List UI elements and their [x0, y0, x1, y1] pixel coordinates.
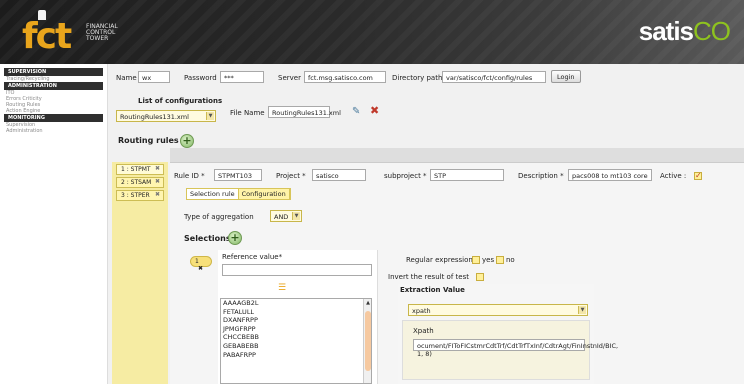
rule-tab-label: 2 : STSAM — [121, 179, 152, 186]
filename-label: File Name — [230, 109, 265, 117]
reference-panel: Reference value* ☰ AAAAGB2L FETALULL DXA… — [218, 250, 378, 384]
name-label: Name — [116, 74, 137, 82]
server-label: Server — [278, 74, 301, 82]
close-icon[interactable]: ✖ — [155, 191, 160, 198]
regex-no-checkbox[interactable] — [496, 256, 504, 264]
filename-input[interactable]: RoutingRules131.xml — [268, 106, 341, 118]
brand-text: satis — [638, 16, 694, 46]
chevron-down-icon: ▼ — [578, 306, 586, 314]
invert-label: Invert the result of test — [388, 273, 469, 281]
xpath-box: Xpath ocument/FIToFICstmrCdtTrf/CdtTrfTx… — [402, 320, 618, 380]
regex-label: Regular expression — [406, 256, 473, 264]
extraction-type-value: xpath — [412, 307, 431, 315]
rule-id-label: Rule ID * — [174, 172, 205, 180]
name-input[interactable]: wx — [138, 71, 170, 83]
extraction-label: Extraction Value — [400, 286, 465, 294]
rule-id-input[interactable]: STPMT103 — [214, 169, 262, 181]
list-item[interactable]: JPMGFRPP — [221, 325, 371, 334]
extraction-panel: Extraction Value xpath ▼ Xpath ocument/F… — [398, 284, 618, 384]
close-icon[interactable]: ✖ — [198, 265, 203, 272]
rule-tab-label: 3 : STPER — [121, 192, 150, 199]
logo-text: fct — [22, 16, 72, 57]
fct-logo: fct FINANCIAL CONTROL TOWER — [16, 10, 136, 57]
description-input[interactable]: pacs008 to mt103 core — [568, 169, 652, 181]
rule-tab[interactable]: 2 : STSAM ✖ — [116, 177, 164, 188]
list-item[interactable]: GEBABEBB — [221, 342, 371, 351]
list-item[interactable]: DXANFRPP — [221, 316, 371, 325]
sidebar-heading: MONITORING — [4, 114, 103, 122]
sidebar-group-supervision: SUPERVISION Tracing/Recycling — [0, 68, 107, 82]
add-selection-icon[interactable]: + — [228, 231, 242, 245]
server-input[interactable]: fct.msg.satisco.com — [304, 71, 386, 83]
aggregation-select[interactable]: AND ▼ — [270, 210, 302, 222]
description-label: Description * — [518, 172, 564, 180]
add-rule-icon[interactable]: + — [180, 134, 194, 148]
list-item[interactable]: AAAAGB2L — [221, 299, 371, 308]
regex-yes-checkbox[interactable] — [472, 256, 480, 264]
password-input[interactable]: *** — [220, 71, 264, 83]
config-select[interactable]: RoutingRules131.xml ▼ — [116, 110, 216, 122]
reference-label: Reference value* — [222, 253, 283, 261]
sidebar-group-administration: ADMINISTRATION ITO Errors Criticity Rout… — [0, 82, 107, 114]
aggregation-label: Type of aggregation — [184, 213, 254, 221]
sidebar: SUPERVISION Tracing/Recycling ADMINISTRA… — [0, 64, 108, 384]
save-disk-icon[interactable]: ✎ — [352, 106, 360, 117]
close-icon[interactable]: ✖ — [155, 178, 160, 185]
project-input[interactable]: satisco — [312, 169, 366, 181]
rules-tab-list: 1 : STPMT ✖ 2 : STSAM ✖ 3 : STPER ✖ — [112, 162, 168, 384]
logo-tagline: FINANCIAL CONTROL TOWER — [86, 24, 146, 42]
selection-pill-label: 1 — [195, 258, 199, 265]
scroll-up-icon[interactable]: ▲ — [364, 299, 372, 307]
satisco-brand: satisCO — [638, 16, 731, 47]
rules-header-bar — [170, 148, 744, 162]
list-item[interactable]: PABAFRPP — [221, 351, 371, 360]
close-icon[interactable]: ✖ — [155, 165, 160, 172]
sidebar-group-monitoring: MONITORING Supervision Administration — [0, 114, 107, 134]
subproject-label: subproject * — [384, 172, 427, 180]
tab-configuration[interactable]: Configuration — [239, 189, 290, 199]
list-add-icon[interactable]: ☰ — [278, 283, 286, 293]
directory-label: Directory path — [392, 74, 443, 82]
xpath-label: Xpath — [413, 327, 434, 335]
selection-pill[interactable]: 1 ✖ — [190, 256, 212, 272]
regex-yes-label: yes — [482, 256, 495, 264]
list-scrollbar[interactable]: ▲ — [363, 299, 371, 383]
directory-input[interactable]: var/satisco/fct/config/rules — [442, 71, 546, 83]
sidebar-heading: SUPERVISION — [4, 68, 103, 76]
project-label: Project * — [276, 172, 306, 180]
reference-values-list[interactable]: AAAAGB2L FETALULL DXANFRPP JPMGFRPP CHCC… — [220, 298, 372, 384]
aggregation-value: AND — [274, 213, 289, 221]
extraction-type-select[interactable]: xpath ▼ — [408, 304, 588, 316]
rule-subtabs: Selection rule Configuration — [186, 188, 291, 200]
xpath-input[interactable]: ocument/FIToFICstmrCdtTrf/CdtTrfTxInf/Cd… — [413, 339, 618, 358]
brand-accent: CO — [693, 16, 731, 46]
sidebar-item-administration[interactable]: Administration — [0, 128, 107, 134]
scroll-thumb[interactable] — [365, 311, 371, 371]
active-label: Active : — [660, 172, 687, 180]
active-checkbox[interactable] — [694, 171, 702, 180]
subproject-input[interactable]: STP — [430, 169, 504, 181]
rule-tab-label: 1 : STPMT — [121, 166, 151, 173]
password-label: Password — [184, 74, 217, 82]
list-item[interactable]: FETALULL — [221, 308, 371, 317]
chevron-down-icon: ▼ — [292, 212, 300, 220]
delete-config-icon[interactable]: ✖ — [370, 104, 379, 117]
chevron-down-icon: ▼ — [206, 112, 214, 120]
rule-tab[interactable]: 3 : STPER ✖ — [116, 190, 164, 201]
login-button[interactable]: Login — [551, 70, 581, 83]
rule-tab[interactable]: 1 : STPMT ✖ — [116, 164, 164, 175]
config-list-label: List of configurations — [138, 97, 223, 105]
sidebar-heading: ADMINISTRATION — [4, 82, 103, 90]
tab-selection-rule[interactable]: Selection rule — [187, 189, 239, 199]
selections-title: Selections — [184, 234, 231, 243]
list-item[interactable]: CHCCBEBB — [221, 333, 371, 342]
config-selected-value: RoutingRules131.xml — [120, 113, 189, 121]
routing-rules-title: Routing rules — [118, 136, 179, 145]
regex-no-label: no — [506, 256, 515, 264]
reference-input[interactable] — [222, 264, 372, 276]
invert-checkbox[interactable] — [476, 273, 484, 281]
main-panel: Name wx Password *** Server fct.msg.sati… — [108, 64, 744, 384]
app-header: fct FINANCIAL CONTROL TOWER satisCO — [0, 0, 744, 64]
logo-tagline-line: TOWER — [86, 35, 109, 42]
